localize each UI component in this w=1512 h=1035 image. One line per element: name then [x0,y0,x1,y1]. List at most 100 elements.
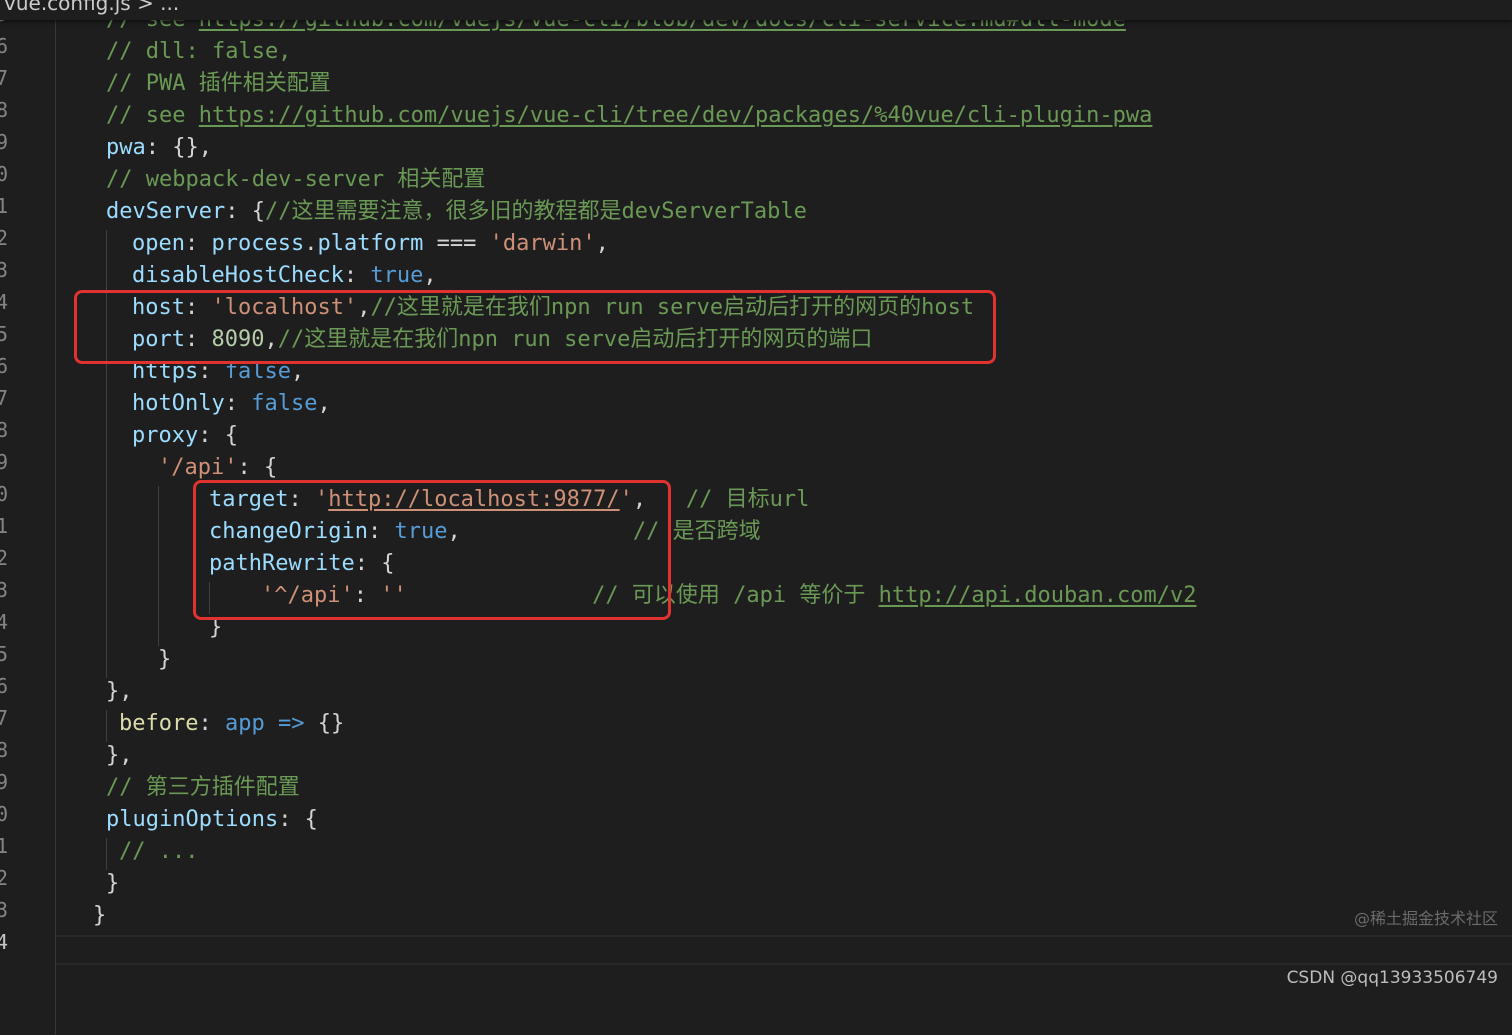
code-token: : [353,583,381,608]
code-token: '/api' [158,455,238,480]
code-comment: // see [106,103,199,128]
line-number: 1 [0,194,8,218]
code-link[interactable]: http://localhost:9877/ [328,487,619,512]
code-line[interactable]: pluginOptions: { [106,804,318,836]
line-number: 0 [0,162,8,186]
code-token: true [394,519,448,544]
code-token: : [184,295,212,320]
code-line[interactable]: https: false, [132,356,304,388]
code-token: {} [304,711,345,736]
code-token: : [288,487,315,512]
line-number: 6 [0,674,8,698]
code-line[interactable]: } [158,644,171,676]
code-line[interactable]: '/api': { [158,452,277,484]
code-token: pwa [106,135,146,160]
line-number: 8 [0,98,8,122]
code-line[interactable]: } [209,612,222,644]
code-editor[interactable]: 567890123456789012345678901234 // see ht… [0,0,1512,1035]
watermark-juejin: @稀土掘金技术社区 [1353,909,1498,928]
line-number: 9 [0,770,8,794]
code-token: , [423,263,437,288]
line-number: 1 [0,834,8,858]
code-token: open [132,231,185,256]
code-line[interactable]: // PWA 插件相关配置 [106,68,331,100]
code-line[interactable]: proxy: { [132,420,238,452]
code-token: platform [317,231,424,256]
code-token: , [264,327,278,352]
code-token: ' [619,487,633,512]
code-token: '^/api' [261,583,354,608]
code-token: '' [380,583,407,608]
code-token: , [290,359,305,384]
code-token: : { [354,551,395,576]
code-line[interactable]: // 第三方插件配置 [106,772,300,804]
code-line[interactable]: host: 'localhost',//这里就是在我们npn run serve… [132,292,974,324]
code-line[interactable]: // dll: false, [106,36,291,68]
code-line[interactable]: '^/api': '' // 可以使用 /api 等价于 http://api.… [261,580,1197,612]
breadcrumb-path[interactable]: vue.config.js > ... [4,0,179,15]
code-comment: //这里就是在我们npn run serve启动后打开的网页的host [370,295,975,320]
line-number: 1 [0,514,8,538]
code-token: } [158,647,172,672]
line-number: 3 [0,258,8,282]
code-line[interactable]: port: 8090,//这里就是在我们npn run serve启动后打开的网… [132,324,872,356]
code-line[interactable]: before: app => {} [119,708,344,740]
code-token: false [251,391,318,416]
code-line[interactable]: open: process.platform === 'darwin', [132,228,609,260]
indent-guide [106,710,107,742]
line-number: 4 [0,610,8,634]
code-line[interactable]: }, [106,676,133,708]
code-line[interactable]: // see https://github.com/vuejs/vue-cli/… [106,100,1152,132]
code-comment: // dll: false, [106,39,292,64]
code-token: } [209,615,223,640]
code-token: true [370,263,424,288]
code-line[interactable]: pathRewrite: { [209,548,394,580]
code-token: : { [237,455,278,480]
code-token: } [106,871,120,896]
code-token: } [93,903,107,928]
code-comment: //这里就是在我们npn run serve启动后打开的网页的端口 [277,327,873,352]
code-line[interactable]: disableHostCheck: true, [132,260,437,292]
watermark-csdn: CSDN @qq13933506749 [1286,968,1498,988]
code-line[interactable]: devServer: {//这里需要注意，很多旧的教程都是devServerTa… [106,196,807,228]
code-comment: // 是否跨域 [632,519,761,544]
code-line[interactable]: } [93,900,106,932]
code-token: hotOnly [132,391,225,416]
code-line[interactable]: target: 'http://localhost:9877/', // 目标u… [209,484,809,516]
line-number: 7 [0,66,8,90]
code-token: : [224,391,252,416]
indent-guide [209,582,210,614]
breadcrumb[interactable]: vue.config.js > ... [0,0,1512,20]
code-line[interactable]: // ... [119,836,198,868]
code-line[interactable]: // webpack-dev-server 相关配置 [106,164,485,196]
indent-guide [158,486,159,646]
code-line[interactable]: hotOnly: false, [132,388,331,420]
code-link[interactable]: https://github.com/vuejs/vue-cli/tree/de… [199,103,1153,128]
line-number: 7 [0,386,8,410]
code-comment: // 可以使用 /api 等价于 [592,583,879,608]
code-token: pluginOptions [106,807,279,832]
line-number: 4 [0,930,8,954]
code-token: : { [278,807,318,832]
code-line[interactable]: pwa: {}, [106,132,212,164]
line-number: 0 [0,802,8,826]
code-link[interactable]: http://api.douban.com/v2 [879,583,1197,608]
line-number: 7 [0,706,8,730]
code-token: . [304,231,318,256]
code-token: }, [106,679,133,704]
code-token: : [343,263,371,288]
code-line[interactable]: changeOrigin: true, // 是否跨域 [209,516,761,548]
line-number: 5 [0,322,8,346]
code-token: , [357,295,371,320]
code-token: , [632,487,647,512]
line-number: 2 [0,226,8,250]
code-token: pathRewrite [209,551,355,576]
code-token: process [211,231,305,256]
code-token: proxy [132,423,199,448]
code-token: }, [106,743,133,768]
code-line[interactable]: } [106,868,119,900]
code-token: : { [198,423,238,448]
code-token: changeOrigin [209,519,368,544]
code-line[interactable]: }, [106,740,133,772]
